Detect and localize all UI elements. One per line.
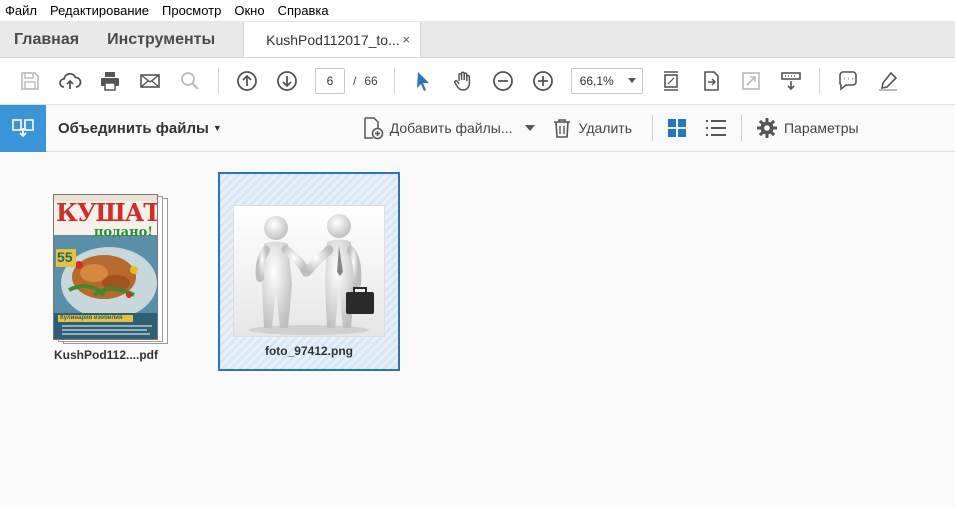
previous-page-button[interactable] — [227, 61, 267, 101]
upload-cloud-button[interactable] — [50, 61, 90, 101]
fullscreen-button[interactable] — [731, 61, 771, 101]
search-button[interactable] — [170, 61, 210, 101]
menu-help[interactable]: Справка — [278, 3, 329, 18]
close-tab-icon[interactable]: × — [403, 32, 411, 47]
print-button[interactable] — [90, 61, 130, 101]
add-file-icon — [363, 117, 383, 140]
menu-view[interactable]: Просмотр — [162, 3, 221, 18]
toolbar-divider — [393, 68, 395, 94]
parameters-button[interactable]: Параметры — [756, 117, 859, 139]
page-rotate-icon — [703, 71, 719, 91]
menu-edit[interactable]: Редактирование — [50, 3, 149, 18]
add-files-label: Добавить файлы... — [389, 120, 513, 136]
gear-icon — [756, 118, 777, 138]
combine-icon — [12, 119, 34, 138]
combine-files-tool-icon[interactable] — [0, 104, 46, 152]
arrow-up-circle-icon — [237, 71, 257, 91]
zoom-level-value: 66,1% — [579, 74, 614, 88]
toolbar-divider — [740, 115, 742, 141]
file-name-pdf: KushPod112....pdf — [53, 348, 158, 362]
select-tool-button[interactable] — [403, 61, 443, 101]
list-view-button[interactable] — [705, 118, 727, 138]
combine-files-title: Объединить файлы — [58, 119, 209, 137]
file-item-pdf[interactable]: КУШАТЬ подано! 55 Кулинария изобилия — [53, 194, 168, 344]
caret-down-icon[interactable] — [524, 125, 535, 131]
minus-circle-icon — [492, 71, 513, 91]
hand-tool-button[interactable] — [443, 61, 483, 101]
read-mode-button[interactable] — [771, 61, 811, 101]
toolbar-divider — [651, 115, 653, 141]
cursor-arrow-icon — [416, 72, 429, 91]
file-grid: КУШАТЬ подано! 55 Кулинария изобилия Kus… — [0, 152, 955, 507]
page-number-input[interactable]: 6 — [315, 68, 345, 94]
search-icon — [181, 72, 199, 90]
caret-down-icon: ▼ — [212, 123, 222, 133]
arrow-down-circle-icon — [277, 71, 297, 91]
printer-icon — [101, 72, 119, 91]
delete-label: Удалить — [578, 120, 632, 136]
rotate-page-button[interactable] — [691, 61, 731, 101]
page-total: 66 — [364, 74, 378, 88]
plus-circle-icon — [532, 71, 553, 91]
cover-badge: 55 — [57, 249, 73, 265]
pen-icon — [878, 71, 897, 91]
envelope-icon — [140, 74, 160, 88]
list-view-icon — [705, 120, 726, 136]
file-item-png[interactable]: foto_97412.png — [218, 172, 400, 371]
combine-toolbar: Объединить файлы ▼ Добавить файлы... Уда… — [0, 104, 955, 152]
highlight-button[interactable] — [868, 61, 908, 101]
cloud-upload-icon — [59, 72, 82, 89]
combine-files-menu[interactable]: Объединить файлы ▼ — [58, 120, 222, 137]
next-page-button[interactable] — [267, 61, 307, 101]
tab-document-label: KushPod112017_to... — [266, 31, 400, 48]
menu-window[interactable]: Окно — [234, 3, 264, 18]
expand-icon — [741, 72, 760, 90]
pdf-thumbnail: КУШАТЬ подано! 55 Кулинария изобилия — [53, 194, 158, 340]
scroll-mode-icon — [780, 72, 801, 91]
fit-page-button[interactable] — [651, 61, 691, 101]
zoom-level-select[interactable]: 66,1% — [570, 68, 643, 94]
delete-button[interactable]: Удалить — [551, 117, 632, 139]
speech-bubble-icon — [838, 71, 857, 91]
file-name-png: foto_97412.png — [264, 344, 354, 358]
add-files-button[interactable]: Добавить файлы... — [362, 116, 513, 140]
parameters-label: Параметры — [783, 120, 859, 136]
hand-icon — [453, 71, 470, 91]
cover-footer: Кулинария изобилия — [60, 315, 123, 321]
handshake-image — [234, 206, 384, 336]
cover-subtitle: подано! — [93, 225, 153, 240]
save-button[interactable] — [10, 61, 50, 101]
cover-title: КУШАТЬ — [56, 198, 157, 227]
grid-view-button[interactable] — [667, 118, 687, 138]
grid-view-icon — [667, 119, 686, 137]
png-thumbnail — [234, 206, 384, 336]
zoom-out-button[interactable] — [483, 61, 523, 101]
fit-width-icon — [663, 71, 678, 91]
menu-bar: Файл Редактирование Просмотр Окно Справк… — [0, 0, 955, 22]
main-toolbar: 6 / 66 66,1% — [0, 58, 955, 105]
menu-file[interactable]: Файл — [5, 3, 37, 18]
toolbar-divider — [218, 68, 219, 94]
chevron-down-icon — [627, 78, 636, 83]
page-separator: / — [353, 74, 357, 88]
comment-button[interactable] — [828, 61, 868, 101]
email-button[interactable] — [130, 61, 170, 101]
zoom-in-button[interactable] — [523, 61, 563, 101]
save-icon — [21, 72, 39, 90]
trash-icon — [553, 119, 570, 138]
tab-bar: Главная Инструменты KushPod112017_to... … — [0, 22, 955, 58]
toolbar-divider — [818, 68, 820, 94]
tab-home[interactable]: Главная — [0, 22, 93, 57]
tab-tools[interactable]: Инструменты — [93, 22, 229, 57]
tab-document[interactable]: KushPod112017_to... × — [243, 22, 422, 57]
